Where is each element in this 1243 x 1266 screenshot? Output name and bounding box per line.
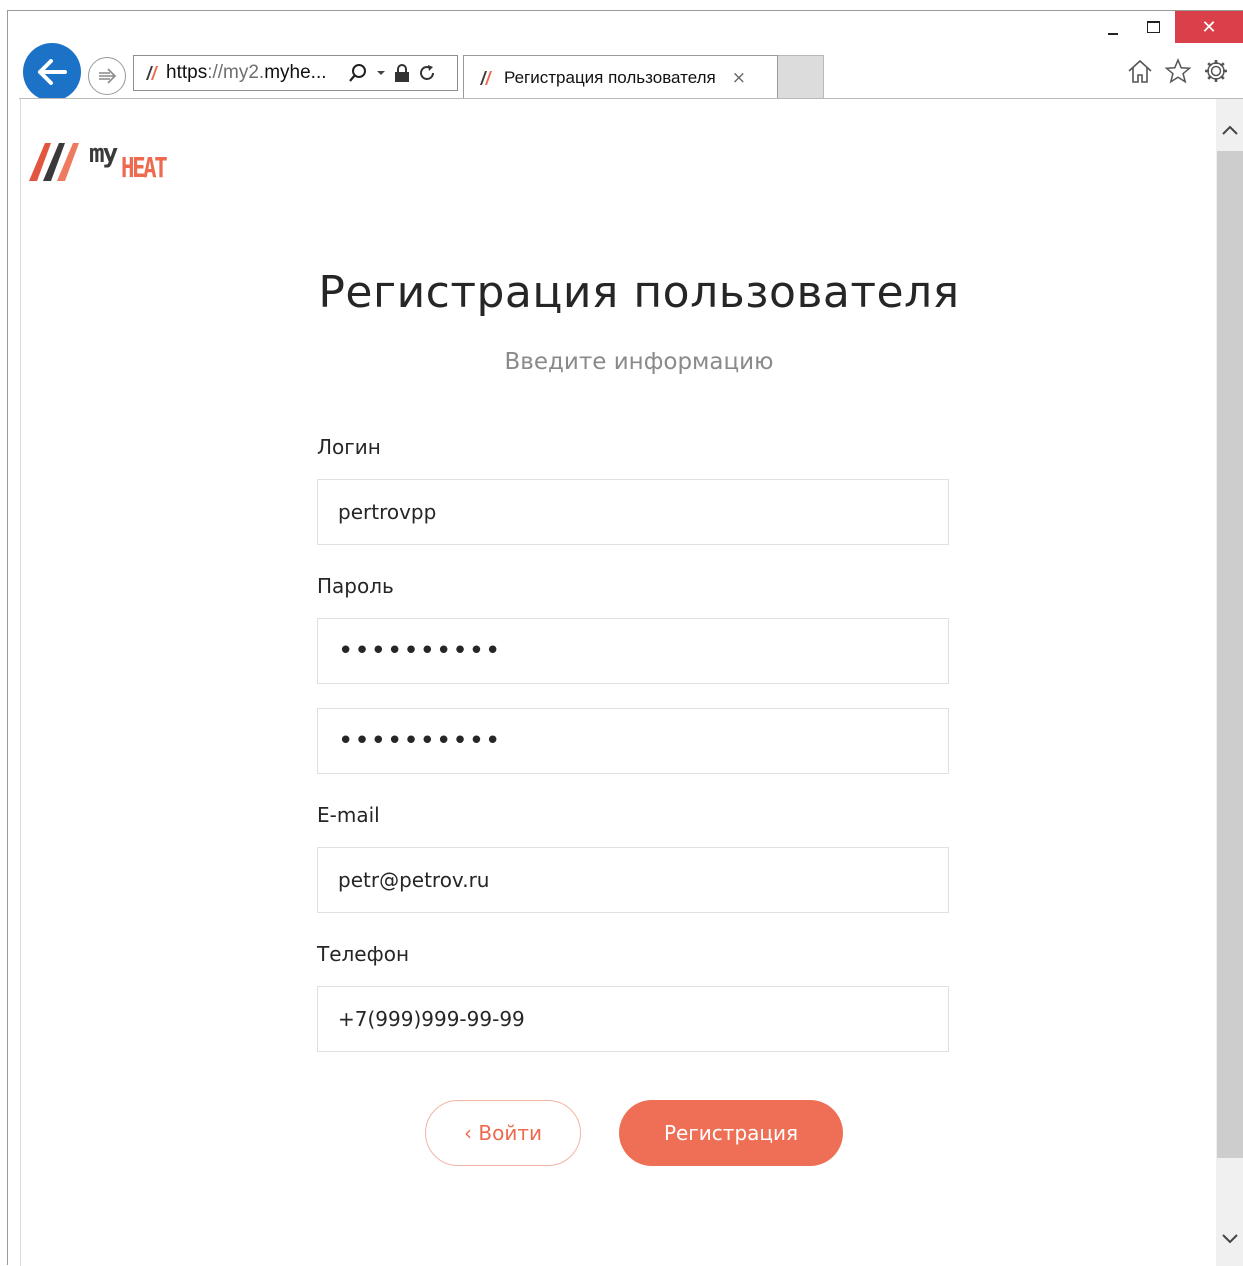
logo-my-text: my (89, 139, 118, 169)
login-input[interactable] (317, 479, 949, 545)
chevron-up-icon (1221, 125, 1238, 135)
register-button[interactable]: Регистрация (619, 1100, 843, 1166)
scroll-down-button[interactable] (1216, 1224, 1243, 1254)
password-label: Пароль (317, 574, 394, 598)
logo-heat-text: HEAT (121, 151, 168, 184)
phone-label: Телефон (317, 942, 410, 966)
browser-window: ✕ https://my2.myhe... Регистрация пользо… (7, 10, 1243, 1266)
password-confirm-input[interactable] (317, 708, 949, 774)
myheat-logo-icon (29, 143, 79, 181)
page-content: my HEAT Регистрация пользователя Введите… (20, 99, 1216, 1266)
new-tab-button[interactable] (778, 55, 824, 99)
star-icon[interactable] (1164, 58, 1192, 84)
phone-input[interactable] (317, 986, 949, 1052)
minimize-button[interactable] (1098, 11, 1128, 43)
search-icon[interactable] (348, 63, 368, 83)
scroll-up-button[interactable] (1216, 115, 1243, 145)
page-subtitle: Введите информацию (504, 349, 774, 375)
close-icon: ✕ (1201, 16, 1217, 38)
address-url[interactable]: https://my2.myhe... (166, 62, 338, 84)
login-button[interactable]: ‹ Войти (425, 1100, 581, 1166)
chevron-down-icon (1221, 1234, 1238, 1244)
tab-close-icon[interactable]: × (732, 68, 746, 88)
dropdown-icon[interactable] (376, 69, 386, 77)
maximize-button[interactable] (1138, 11, 1168, 43)
email-input[interactable] (317, 847, 949, 913)
tab-favicon-icon (474, 70, 500, 86)
page-title: Регистрация пользователя (318, 267, 960, 318)
back-button[interactable] (23, 43, 81, 101)
url-host: myhe... (264, 62, 327, 83)
refresh-icon[interactable] (418, 64, 436, 82)
back-arrow-icon (38, 59, 67, 85)
forward-button[interactable] (88, 57, 126, 95)
close-window-button[interactable]: ✕ (1175, 11, 1243, 43)
lock-icon[interactable] (394, 64, 410, 82)
forward-arrow-icon (99, 68, 117, 84)
tab-title: Регистрация пользователя (504, 67, 716, 87)
login-label: Логин (317, 435, 381, 459)
site-favicon-icon (140, 62, 166, 84)
url-scheme: https (166, 62, 208, 83)
tab-registration[interactable]: Регистрация пользователя × (463, 55, 778, 99)
email-label: E-mail (317, 803, 380, 827)
gear-icon[interactable] (1202, 57, 1230, 85)
url-domain-part: ://my2. (207, 62, 265, 83)
home-icon[interactable] (1126, 58, 1154, 84)
address-bar[interactable]: https://my2.myhe... (133, 55, 458, 91)
password-input[interactable] (317, 618, 949, 684)
